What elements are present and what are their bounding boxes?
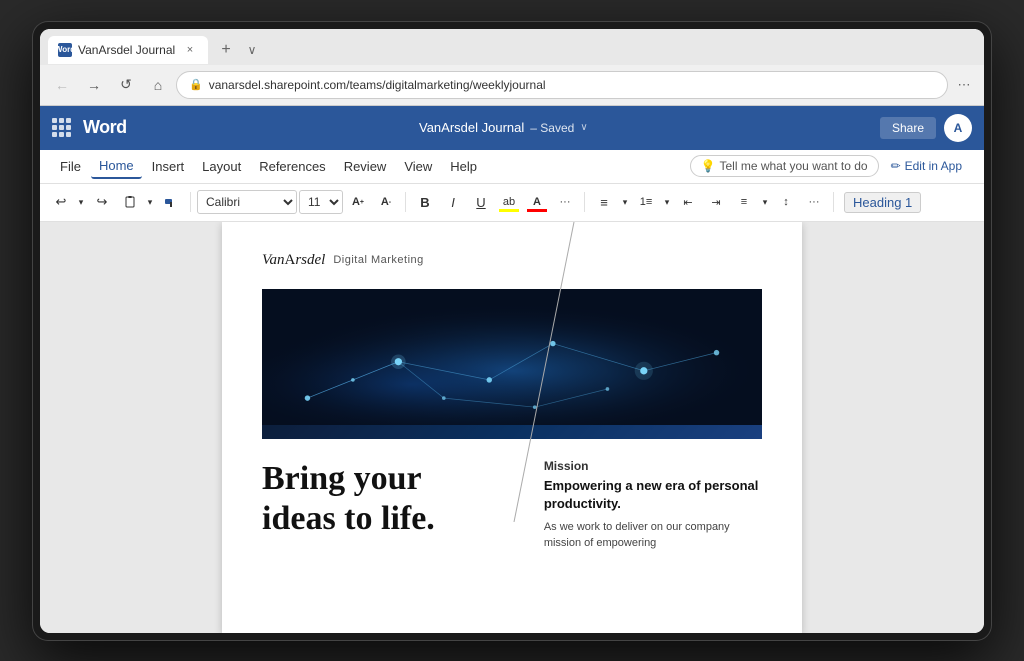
tell-me-input[interactable]: 💡 Tell me what you want to do — [690, 155, 879, 177]
tab-dropdown-button[interactable]: ∨ — [240, 38, 264, 62]
bullets-button[interactable]: ≡ — [591, 189, 617, 215]
address-url: vanarsdel.sharepoint.com/teams/digitalma… — [209, 78, 546, 92]
menu-home[interactable]: Home — [91, 154, 142, 179]
tell-me-icon: 💡 — [701, 159, 716, 173]
more-options-button[interactable]: ··· — [801, 189, 827, 215]
underline-button[interactable]: U — [468, 189, 494, 215]
mission-body: As we work to deliver on our company mis… — [544, 519, 762, 552]
doc-left-column: Bring your ideas to life. — [262, 459, 524, 552]
clipboard-dropdown[interactable]: ▾ — [144, 189, 156, 215]
forward-button[interactable]: → — [80, 71, 108, 99]
word-appbar: Word VanArsdel Journal – Saved ∨ Share A — [40, 106, 984, 150]
ribbon-menu: File Home Insert Layout References Revie… — [40, 150, 984, 184]
refresh-button[interactable]: ↺ — [112, 71, 140, 99]
align-dropdown[interactable]: ▾ — [759, 189, 771, 215]
highlight-button[interactable]: ab — [496, 189, 522, 215]
separator-3 — [584, 192, 585, 212]
browser-chrome: Word VanArsdel Journal × + ∨ ← → ↺ ⌂ 🔒 v… — [40, 29, 984, 106]
browser-tabs: Word VanArsdel Journal × + ∨ — [40, 29, 984, 65]
separator-4 — [833, 192, 834, 212]
browser-nav: ← → ↺ ⌂ 🔒 vanarsdel.sharepoint.com/teams… — [40, 65, 984, 105]
menu-references[interactable]: References — [251, 155, 333, 178]
screen: Word VanArsdel Journal × + ∨ ← → ↺ ⌂ 🔒 v… — [40, 29, 984, 633]
doc-content: VanArsdel Digital Marketing — [222, 222, 802, 572]
redo-button[interactable]: ↪ — [89, 189, 115, 215]
tell-me-text: Tell me what you want to do — [719, 159, 867, 173]
align-button[interactable]: ≡ — [731, 189, 757, 215]
doc-saved-status: – Saved — [530, 121, 574, 135]
bullets-dropdown[interactable]: ▾ — [619, 189, 631, 215]
vanarsdel-logo: VanArsdel — [262, 252, 325, 269]
bold-button[interactable]: B — [412, 189, 438, 215]
edit-pencil-icon: ✏ — [891, 159, 901, 173]
doc-header: VanArsdel Digital Marketing — [262, 252, 762, 269]
tab-close-button[interactable]: × — [182, 42, 198, 58]
clipboard-group: ▾ — [117, 189, 156, 215]
big-heading: Bring your ideas to life. — [262, 459, 524, 541]
font-family-select[interactable]: Calibri — [197, 190, 297, 214]
tab-favicon: Word — [58, 43, 72, 57]
mission-text: Empowering a new era of personal product… — [544, 477, 762, 513]
new-tab-button[interactable]: + — [212, 36, 240, 64]
mission-label: Mission — [544, 459, 762, 473]
numbering-button[interactable]: 1≡ — [633, 189, 659, 215]
device-frame: Word VanArsdel Journal × + ∨ ← → ↺ ⌂ 🔒 v… — [32, 21, 992, 641]
doc-chevron-icon[interactable]: ∨ — [580, 122, 587, 133]
italic-button[interactable]: I — [440, 189, 466, 215]
increase-indent-button[interactable]: ⇥ — [703, 189, 729, 215]
decrease-font-button[interactable]: A- — [373, 189, 399, 215]
hero-svg — [262, 289, 762, 425]
document-title-area: VanArsdel Journal – Saved ∨ — [139, 120, 868, 135]
hero-image — [262, 289, 762, 439]
undo-group: ↩ ▾ — [48, 189, 87, 215]
doc-right-column: Mission Empowering a new era of personal… — [544, 459, 762, 552]
line-spacing-button[interactable]: ↕ — [773, 189, 799, 215]
doc-body: Bring your ideas to life. Mission Empowe… — [262, 459, 762, 552]
undo-button[interactable]: ↩ — [48, 189, 74, 215]
format-painter-button[interactable] — [158, 189, 184, 215]
document-page: VanArsdel Digital Marketing — [222, 222, 802, 633]
font-size-select[interactable]: 11 — [299, 190, 343, 214]
undo-dropdown[interactable]: ▾ — [75, 189, 87, 215]
separator-1 — [190, 192, 191, 212]
menu-review[interactable]: Review — [336, 155, 395, 178]
doc-header-subtitle: Digital Marketing — [333, 254, 423, 266]
back-button[interactable]: ← — [48, 71, 76, 99]
doc-title: VanArsdel Journal — [419, 120, 524, 135]
menu-layout[interactable]: Layout — [194, 155, 249, 178]
menu-help[interactable]: Help — [442, 155, 485, 178]
document-area: VanArsdel Digital Marketing — [40, 222, 984, 633]
browser-menu-button[interactable]: ⋯ — [952, 73, 976, 97]
waffle-icon[interactable] — [52, 118, 71, 137]
share-button[interactable]: Share — [880, 117, 936, 139]
home-button[interactable]: ⌂ — [144, 71, 172, 99]
menu-view[interactable]: View — [396, 155, 440, 178]
font-color-button[interactable]: A — [524, 189, 550, 215]
menu-insert[interactable]: Insert — [144, 155, 193, 178]
edit-in-app-button[interactable]: ✏ Edit in App — [881, 156, 972, 176]
numbering-dropdown[interactable]: ▾ — [661, 189, 673, 215]
profile-avatar[interactable]: A — [944, 114, 972, 142]
appbar-right: Share A — [880, 114, 972, 142]
heading-style-button[interactable]: Heading 1 — [844, 192, 921, 213]
address-bar[interactable]: 🔒 vanarsdel.sharepoint.com/teams/digital… — [176, 71, 948, 99]
browser-tab[interactable]: Word VanArsdel Journal × — [48, 36, 208, 64]
clipboard-button[interactable] — [117, 189, 143, 215]
tab-title: VanArsdel Journal — [78, 43, 175, 57]
font-more-button[interactable]: ··· — [552, 189, 578, 215]
address-lock-icon: 🔒 — [189, 78, 203, 91]
separator-2 — [405, 192, 406, 212]
decrease-indent-button[interactable]: ⇤ — [675, 189, 701, 215]
ribbon-toolbar: ↩ ▾ ↪ ▾ Calibri 11 A+ A- B — [40, 184, 984, 222]
menu-file[interactable]: File — [52, 155, 89, 178]
increase-font-button[interactable]: A+ — [345, 189, 371, 215]
word-logo: Word — [83, 117, 127, 138]
edit-in-app-label: Edit in App — [905, 159, 962, 173]
